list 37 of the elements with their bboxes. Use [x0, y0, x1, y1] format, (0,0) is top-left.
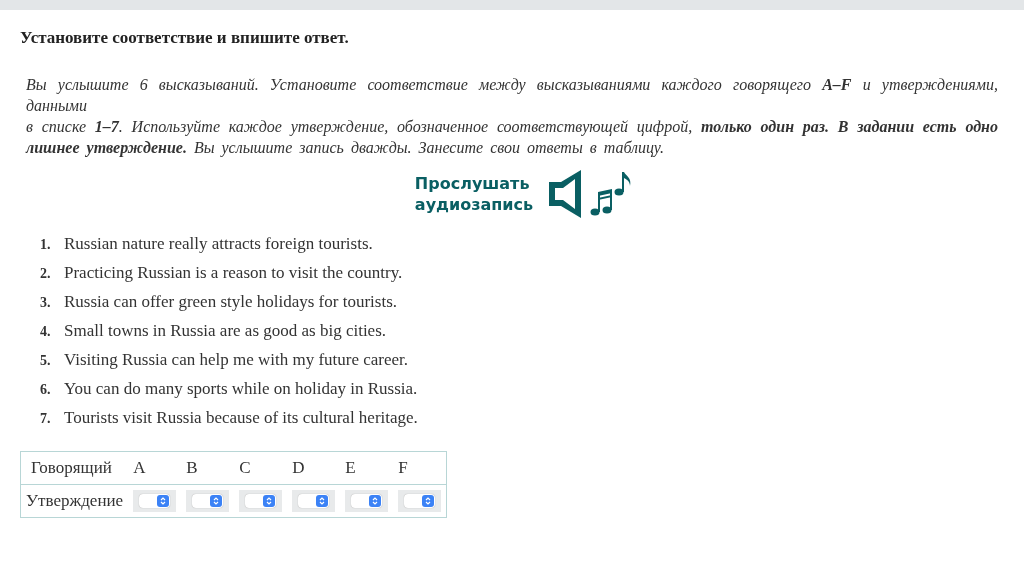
speaker-letter: A	[133, 458, 146, 477]
statement-text: Russia can offer green style holidays for tourists.	[64, 292, 397, 312]
answer-select[interactable]	[239, 490, 283, 512]
row-label: Утверждение	[26, 491, 124, 510]
answer-select[interactable]	[133, 490, 177, 512]
task-title: Установите соответствие и впишите ответ.	[20, 28, 350, 48]
statement-text: Tourists visit Russia because of its cultural heritage.	[64, 408, 418, 428]
statement-number: 3.	[40, 295, 52, 311]
statement-number: 6.	[40, 382, 52, 398]
speaker-letter: C	[239, 458, 251, 477]
statement-number: 5.	[40, 353, 52, 369]
chevron-updown-icon	[319, 497, 326, 505]
statement-text: Visiting Russia can help me with my future career.	[64, 350, 409, 370]
statement-number: 4.	[40, 324, 52, 340]
answer-select[interactable]	[292, 490, 336, 512]
speaker-letter: B	[186, 458, 198, 477]
chevron-updown-icon	[213, 497, 220, 505]
answer-select[interactable]	[345, 490, 389, 512]
answer-select[interactable]	[186, 490, 230, 512]
statement-number: 7.	[40, 411, 52, 427]
statement-text: Practicing Russian is a reason to visit the country.	[64, 263, 403, 283]
speaker-letter: D	[292, 458, 305, 477]
play-audio-button[interactable]: Прослушать аудиозапись	[414, 168, 638, 220]
chevron-updown-icon	[372, 497, 379, 505]
chevron-updown-icon	[425, 497, 432, 505]
speaker-letter: E	[345, 458, 356, 477]
instruction-text: в списке 1–7. Используйте каждое утверждение, обозначенное соответствующей цифрой, только один раз. В задании есть одно лишнее утверждение. Вы услышите запись дважды. Занесите свои ответы в таблицу.	[26, 117, 998, 158]
answer-select[interactable]	[398, 490, 442, 512]
chevron-updown-icon	[266, 497, 273, 505]
chevron-updown-icon	[160, 497, 167, 505]
statement-text: You can do many sports while on holiday in Russia.	[64, 379, 418, 399]
speaker-letter: F	[398, 458, 408, 477]
statement-text: Small towns in Russia are as good as big cities.	[64, 321, 387, 341]
statement-number: 2.	[40, 266, 52, 282]
header-label: Говорящий	[31, 458, 112, 477]
statement-text: Russian nature really attracts foreign tourists.	[64, 234, 373, 254]
statement-number: 1.	[40, 237, 52, 253]
